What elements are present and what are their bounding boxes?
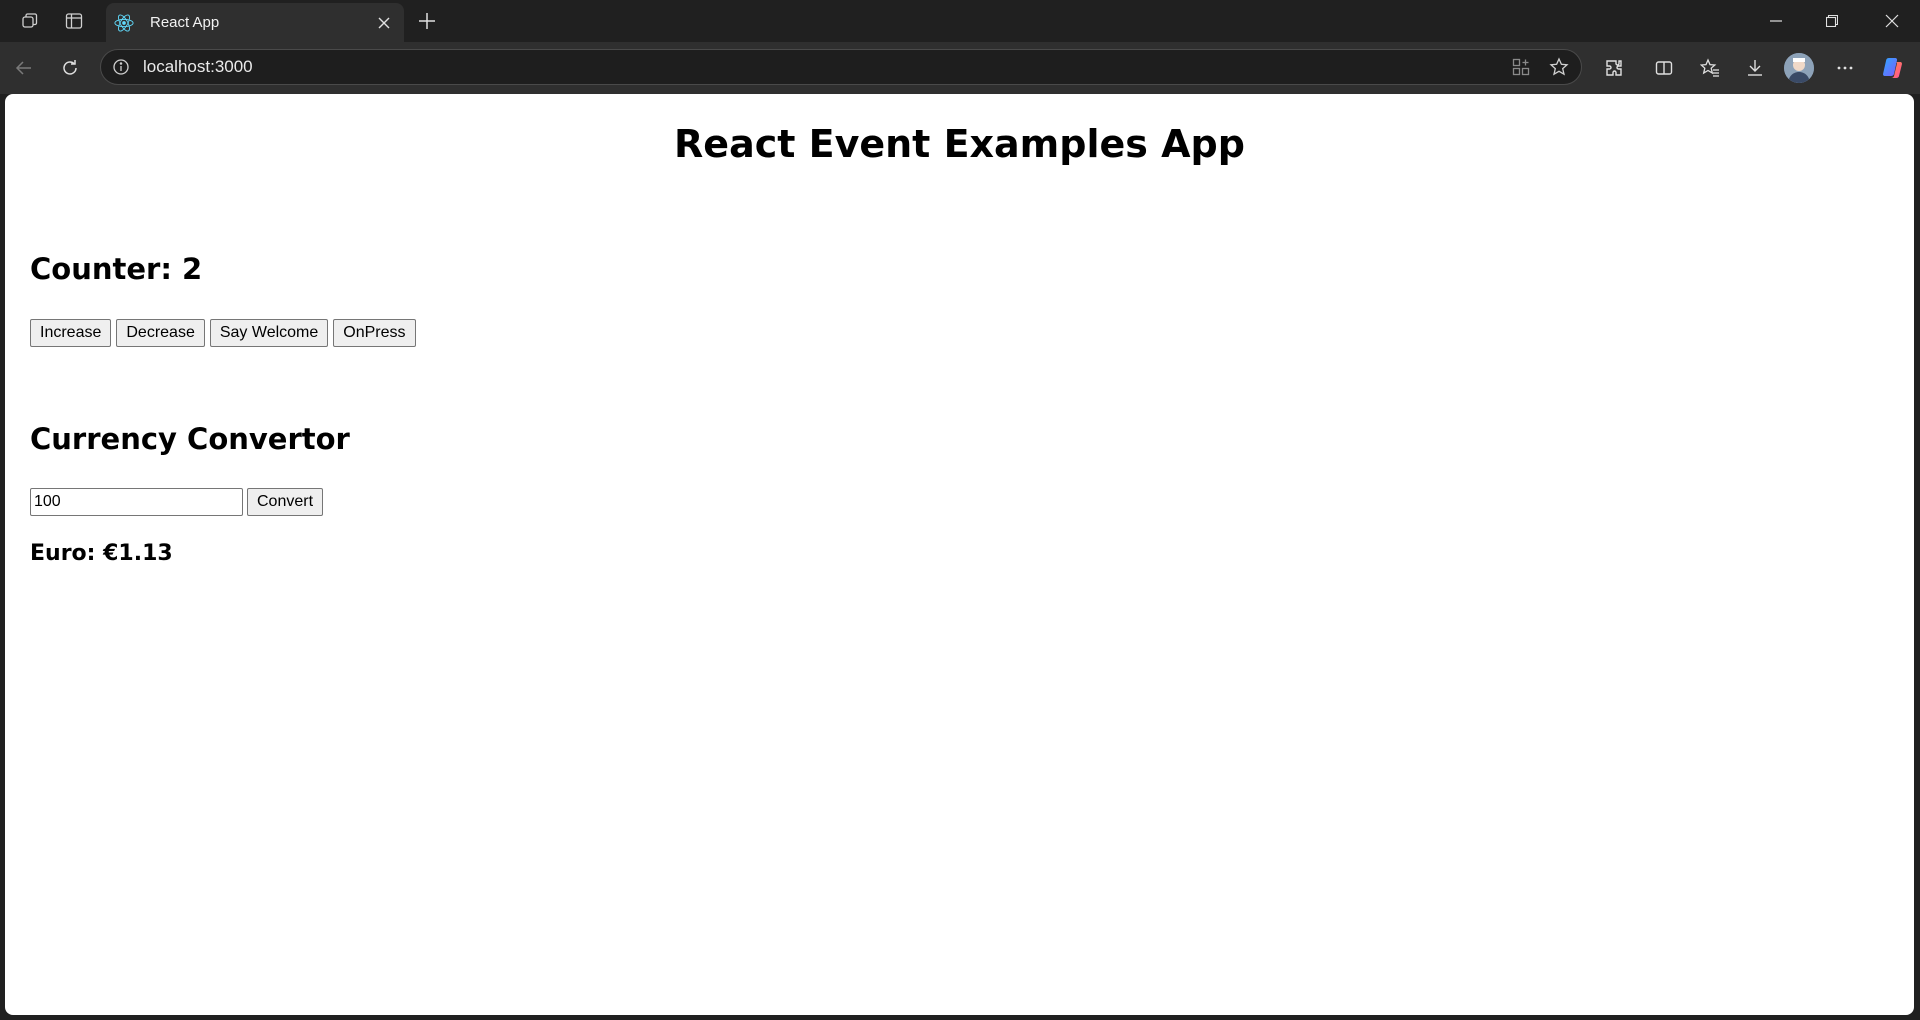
tab-strip: React App — [0, 0, 1920, 42]
new-tab-icon[interactable] — [414, 8, 440, 34]
tab-title: React App — [150, 14, 220, 31]
currency-converter-heading: Currency Convertor — [30, 422, 350, 456]
amount-input[interactable] — [30, 488, 243, 516]
decrease-button[interactable]: Decrease — [116, 319, 205, 347]
extensions-icon[interactable] — [1598, 52, 1630, 84]
vertical-tabs-icon[interactable] — [61, 8, 87, 34]
more-options-icon[interactable] — [1829, 52, 1861, 84]
workspaces-icon[interactable] — [17, 8, 43, 34]
app-available-icon[interactable] — [1507, 53, 1535, 81]
counter-heading: Counter: 2 — [30, 252, 202, 286]
counter-button-row: Increase Decrease Say Welcome OnPress — [30, 319, 416, 347]
onpress-button[interactable]: OnPress — [333, 319, 416, 347]
favorites-icon[interactable] — [1694, 52, 1726, 84]
split-screen-icon[interactable] — [1648, 52, 1680, 84]
react-logo-icon — [114, 13, 134, 33]
say-welcome-button[interactable]: Say Welcome — [209, 319, 329, 347]
app-title: React Event Examples App — [674, 122, 1245, 166]
convert-button[interactable]: Convert — [247, 488, 324, 516]
close-window-icon[interactable] — [1864, 0, 1920, 42]
tab-react-app[interactable]: React App — [106, 3, 404, 42]
counter-label: Counter: — [30, 252, 183, 286]
browser-window: React App localhost:3000 React Event Exa… — [0, 0, 1920, 1020]
counter-value: 2 — [182, 252, 203, 286]
browser-toolbar: localhost:3000 — [0, 42, 1920, 94]
euro-result: Euro: €1.13 — [30, 541, 173, 566]
url-text[interactable]: localhost:3000 — [143, 50, 253, 84]
site-info-icon[interactable] — [111, 57, 131, 77]
refresh-icon[interactable] — [54, 52, 86, 84]
react-app-page: React Event Examples App Counter: 2 Incr… — [5, 94, 1914, 1015]
favorite-star-icon[interactable] — [1545, 53, 1573, 81]
copilot-icon[interactable] — [1877, 52, 1909, 84]
back-arrow-icon[interactable] — [8, 52, 40, 84]
increase-button[interactable]: Increase — [30, 319, 112, 347]
address-bar[interactable]: localhost:3000 — [100, 49, 1582, 85]
page-viewport: React Event Examples App Counter: 2 Incr… — [5, 94, 1914, 1015]
minimize-icon[interactable] — [1748, 0, 1804, 42]
profile-avatar[interactable] — [1784, 53, 1814, 83]
restore-icon[interactable] — [1804, 0, 1860, 42]
downloads-icon[interactable] — [1739, 52, 1771, 84]
close-tab-icon[interactable] — [372, 11, 396, 35]
